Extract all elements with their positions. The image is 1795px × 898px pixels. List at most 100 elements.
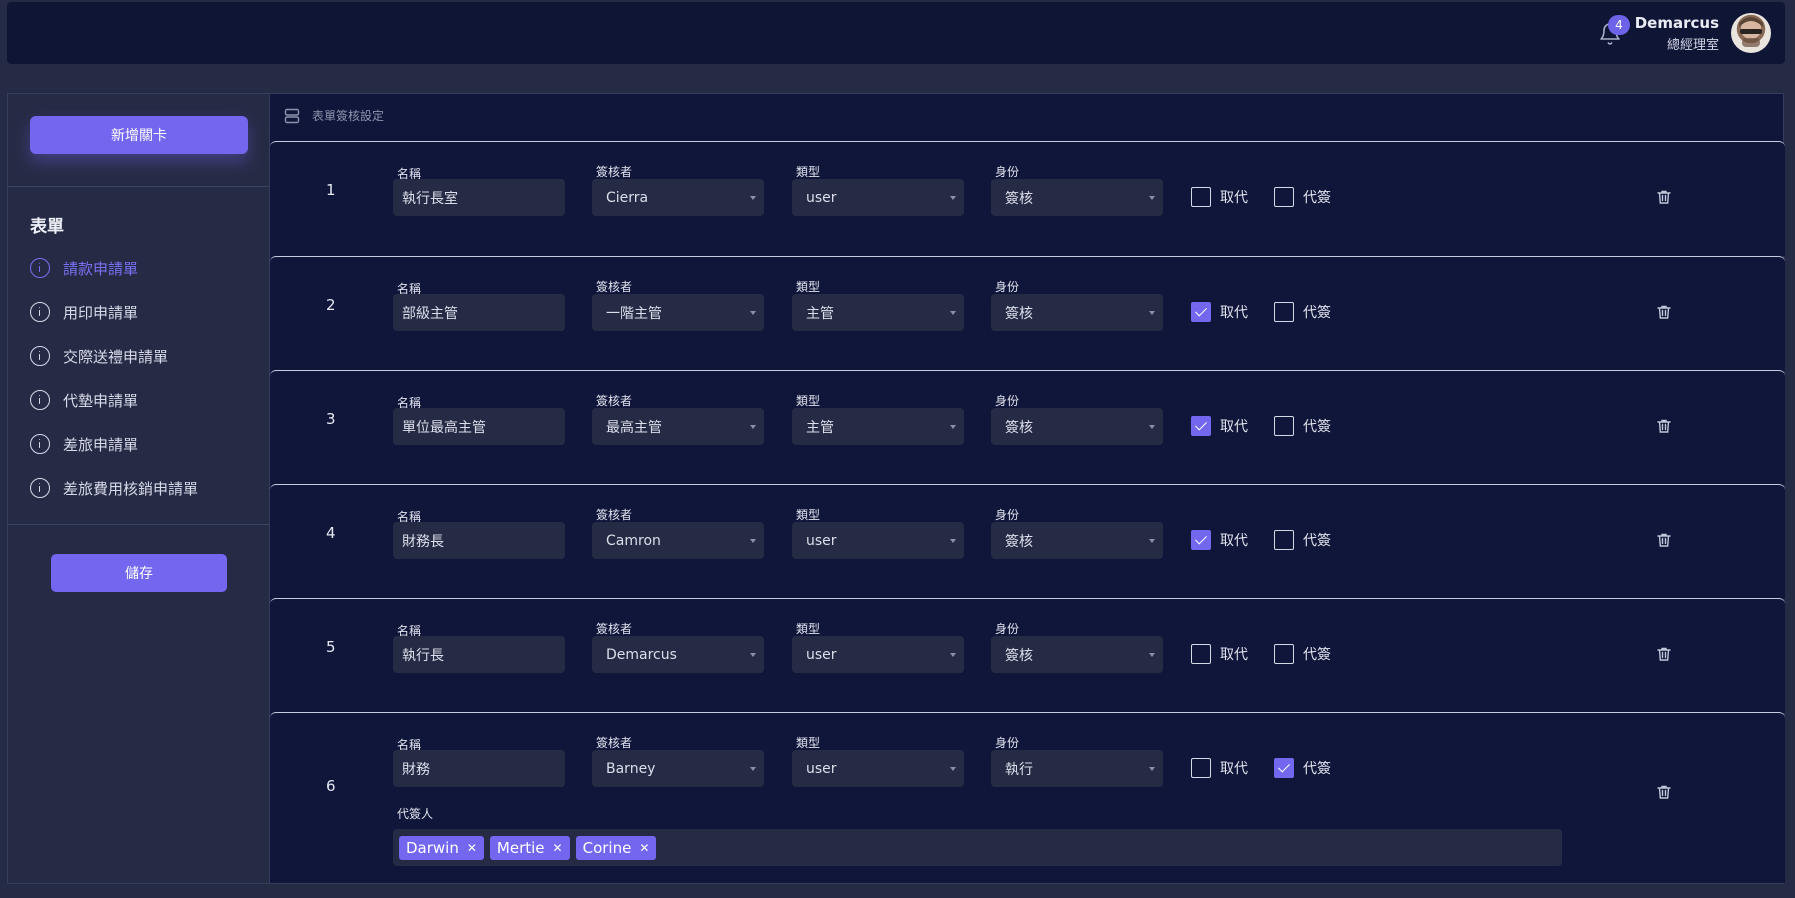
approver-select[interactable]: Camron: [592, 522, 764, 559]
type-select[interactable]: user: [792, 179, 964, 216]
tag-label: Corine: [582, 838, 632, 857]
checkbox-box[interactable]: [1274, 644, 1294, 664]
sidebar-item-seal-request[interactable]: 用印申請單: [30, 299, 138, 325]
type-select[interactable]: 主管: [792, 294, 964, 331]
checkbox-box[interactable]: [1274, 302, 1294, 322]
info-icon: [30, 434, 50, 454]
type-select[interactable]: 主管: [792, 408, 964, 445]
trash-icon[interactable]: [1656, 532, 1672, 548]
stage-row: 2 名稱 部級主管 簽核者 一階主管 類型 主管 身份 簽核 取代 代簽: [270, 256, 1785, 371]
checkbox-box[interactable]: [1191, 758, 1211, 778]
checkbox-box[interactable]: [1191, 530, 1211, 550]
identity-select[interactable]: 簽核: [991, 636, 1163, 673]
checkbox-box[interactable]: [1191, 416, 1211, 436]
identity-select[interactable]: 簽核: [991, 522, 1163, 559]
server-icon: [284, 108, 300, 123]
proxy-checkbox[interactable]: 代簽: [1274, 416, 1331, 436]
trash-icon[interactable]: [1656, 784, 1672, 800]
name-input[interactable]: 執行長: [393, 636, 565, 673]
proxy-checkbox[interactable]: 代簽: [1274, 302, 1331, 322]
approver-select[interactable]: 一階主管: [592, 294, 764, 331]
type-label: 類型: [796, 280, 821, 294]
replace-checkbox[interactable]: 取代: [1191, 416, 1248, 436]
identity-select[interactable]: 執行: [991, 750, 1163, 787]
sidebar-item-label: 代墊申請單: [63, 391, 139, 410]
checkbox-box[interactable]: [1274, 416, 1294, 436]
replace-label: 取代: [1220, 647, 1248, 663]
proxy-people-input[interactable]: Darwin ✕ Mertie ✕ Corine ✕: [393, 829, 1562, 866]
identity-select[interactable]: 簽核: [991, 408, 1163, 445]
replace-checkbox[interactable]: 取代: [1191, 187, 1248, 207]
proxy-label: 代簽: [1303, 533, 1331, 549]
checkbox-box[interactable]: [1274, 758, 1294, 778]
proxy-checkbox[interactable]: 代簽: [1274, 530, 1331, 550]
replace-checkbox[interactable]: 取代: [1191, 302, 1248, 322]
sidebar-item-label: 用印申請單: [63, 303, 139, 322]
replace-label: 取代: [1220, 305, 1248, 321]
approver-select[interactable]: Demarcus: [592, 636, 764, 673]
panel-header: 表單簽核設定: [284, 107, 384, 124]
proxy-people-label: 代簽人: [397, 807, 434, 821]
avatar[interactable]: [1731, 13, 1771, 53]
tag-label: Mertie: [496, 838, 545, 857]
replace-checkbox[interactable]: 取代: [1191, 530, 1248, 550]
main-panel: 表單簽核設定 1 名稱 執行長室 簽核者 Cierra 類型 user 身份 簽…: [269, 93, 1785, 884]
sidebar-item-advance-request[interactable]: 代墊申請單: [30, 387, 138, 413]
sidebar-item-label: 差旅申請單: [63, 435, 139, 454]
sidebar-item-travel-request[interactable]: 差旅申請單: [30, 431, 138, 457]
approver-select[interactable]: 最高主管: [592, 408, 764, 445]
proxy-checkbox[interactable]: 代簽: [1274, 187, 1331, 207]
type-select[interactable]: user: [792, 522, 964, 559]
sidebar: 新增關卡 表單 請款申請單 用印申請單 交際送禮申請單 代墊申請單 差旅申請單 …: [7, 93, 270, 884]
type-select[interactable]: user: [792, 750, 964, 787]
sidebar-item-label: 差旅費用核銷申請單: [63, 479, 199, 498]
row-number: 1: [326, 181, 336, 199]
replace-label: 取代: [1220, 533, 1248, 549]
user-department: 總經理室: [1666, 38, 1719, 53]
name-input[interactable]: 執行長室: [393, 179, 565, 216]
remove-tag-icon[interactable]: ✕: [639, 841, 649, 855]
replace-checkbox[interactable]: 取代: [1191, 644, 1248, 664]
add-stage-button[interactable]: 新增關卡: [30, 116, 248, 154]
sidebar-item-gift-request[interactable]: 交際送禮申請單: [30, 343, 168, 369]
name-input[interactable]: 單位最高主管: [393, 408, 565, 445]
user-name[interactable]: Demarcus: [1635, 14, 1719, 32]
notification-badge: 4: [1608, 15, 1630, 35]
approver-select[interactable]: Barney: [592, 750, 764, 787]
type-select[interactable]: user: [792, 636, 964, 673]
identity-select[interactable]: 簽核: [991, 294, 1163, 331]
checkbox-box[interactable]: [1191, 644, 1211, 664]
sidebar-item-label: 交際送禮申請單: [63, 347, 169, 366]
sidebar-item-label: 請款申請單: [63, 259, 139, 278]
trash-icon[interactable]: [1656, 189, 1672, 205]
identity-label: 身份: [995, 165, 1020, 179]
approver-label: 簽核者: [596, 508, 633, 522]
save-button[interactable]: 儲存: [51, 554, 227, 592]
proxy-checkbox[interactable]: 代簽: [1274, 644, 1331, 664]
approver-label: 簽核者: [596, 736, 633, 750]
identity-select[interactable]: 簽核: [991, 179, 1163, 216]
trash-icon[interactable]: [1656, 418, 1672, 434]
approver-label: 簽核者: [596, 394, 633, 408]
tag-label: Darwin: [406, 838, 459, 857]
checkbox-box[interactable]: [1191, 302, 1211, 322]
name-input[interactable]: 財務長: [393, 522, 565, 559]
row-number: 2: [326, 296, 336, 314]
sidebar-item-travel-expense-request[interactable]: 差旅費用核銷申請單: [30, 475, 198, 501]
name-input[interactable]: 財務: [393, 750, 565, 787]
info-icon: [30, 390, 50, 410]
remove-tag-icon[interactable]: ✕: [467, 841, 477, 855]
sidebar-heading: 表單: [30, 217, 64, 237]
checkbox-box[interactable]: [1191, 187, 1211, 207]
remove-tag-icon[interactable]: ✕: [553, 841, 563, 855]
name-input[interactable]: 部級主管: [393, 294, 565, 331]
page-title: 表單簽核設定: [312, 109, 385, 123]
checkbox-box[interactable]: [1274, 187, 1294, 207]
trash-icon[interactable]: [1656, 304, 1672, 320]
replace-checkbox[interactable]: 取代: [1191, 758, 1248, 778]
proxy-checkbox[interactable]: 代簽: [1274, 758, 1331, 778]
approver-select[interactable]: Cierra: [592, 179, 764, 216]
sidebar-item-payment-request[interactable]: 請款申請單: [30, 255, 138, 281]
trash-icon[interactable]: [1656, 646, 1672, 662]
checkbox-box[interactable]: [1274, 530, 1294, 550]
